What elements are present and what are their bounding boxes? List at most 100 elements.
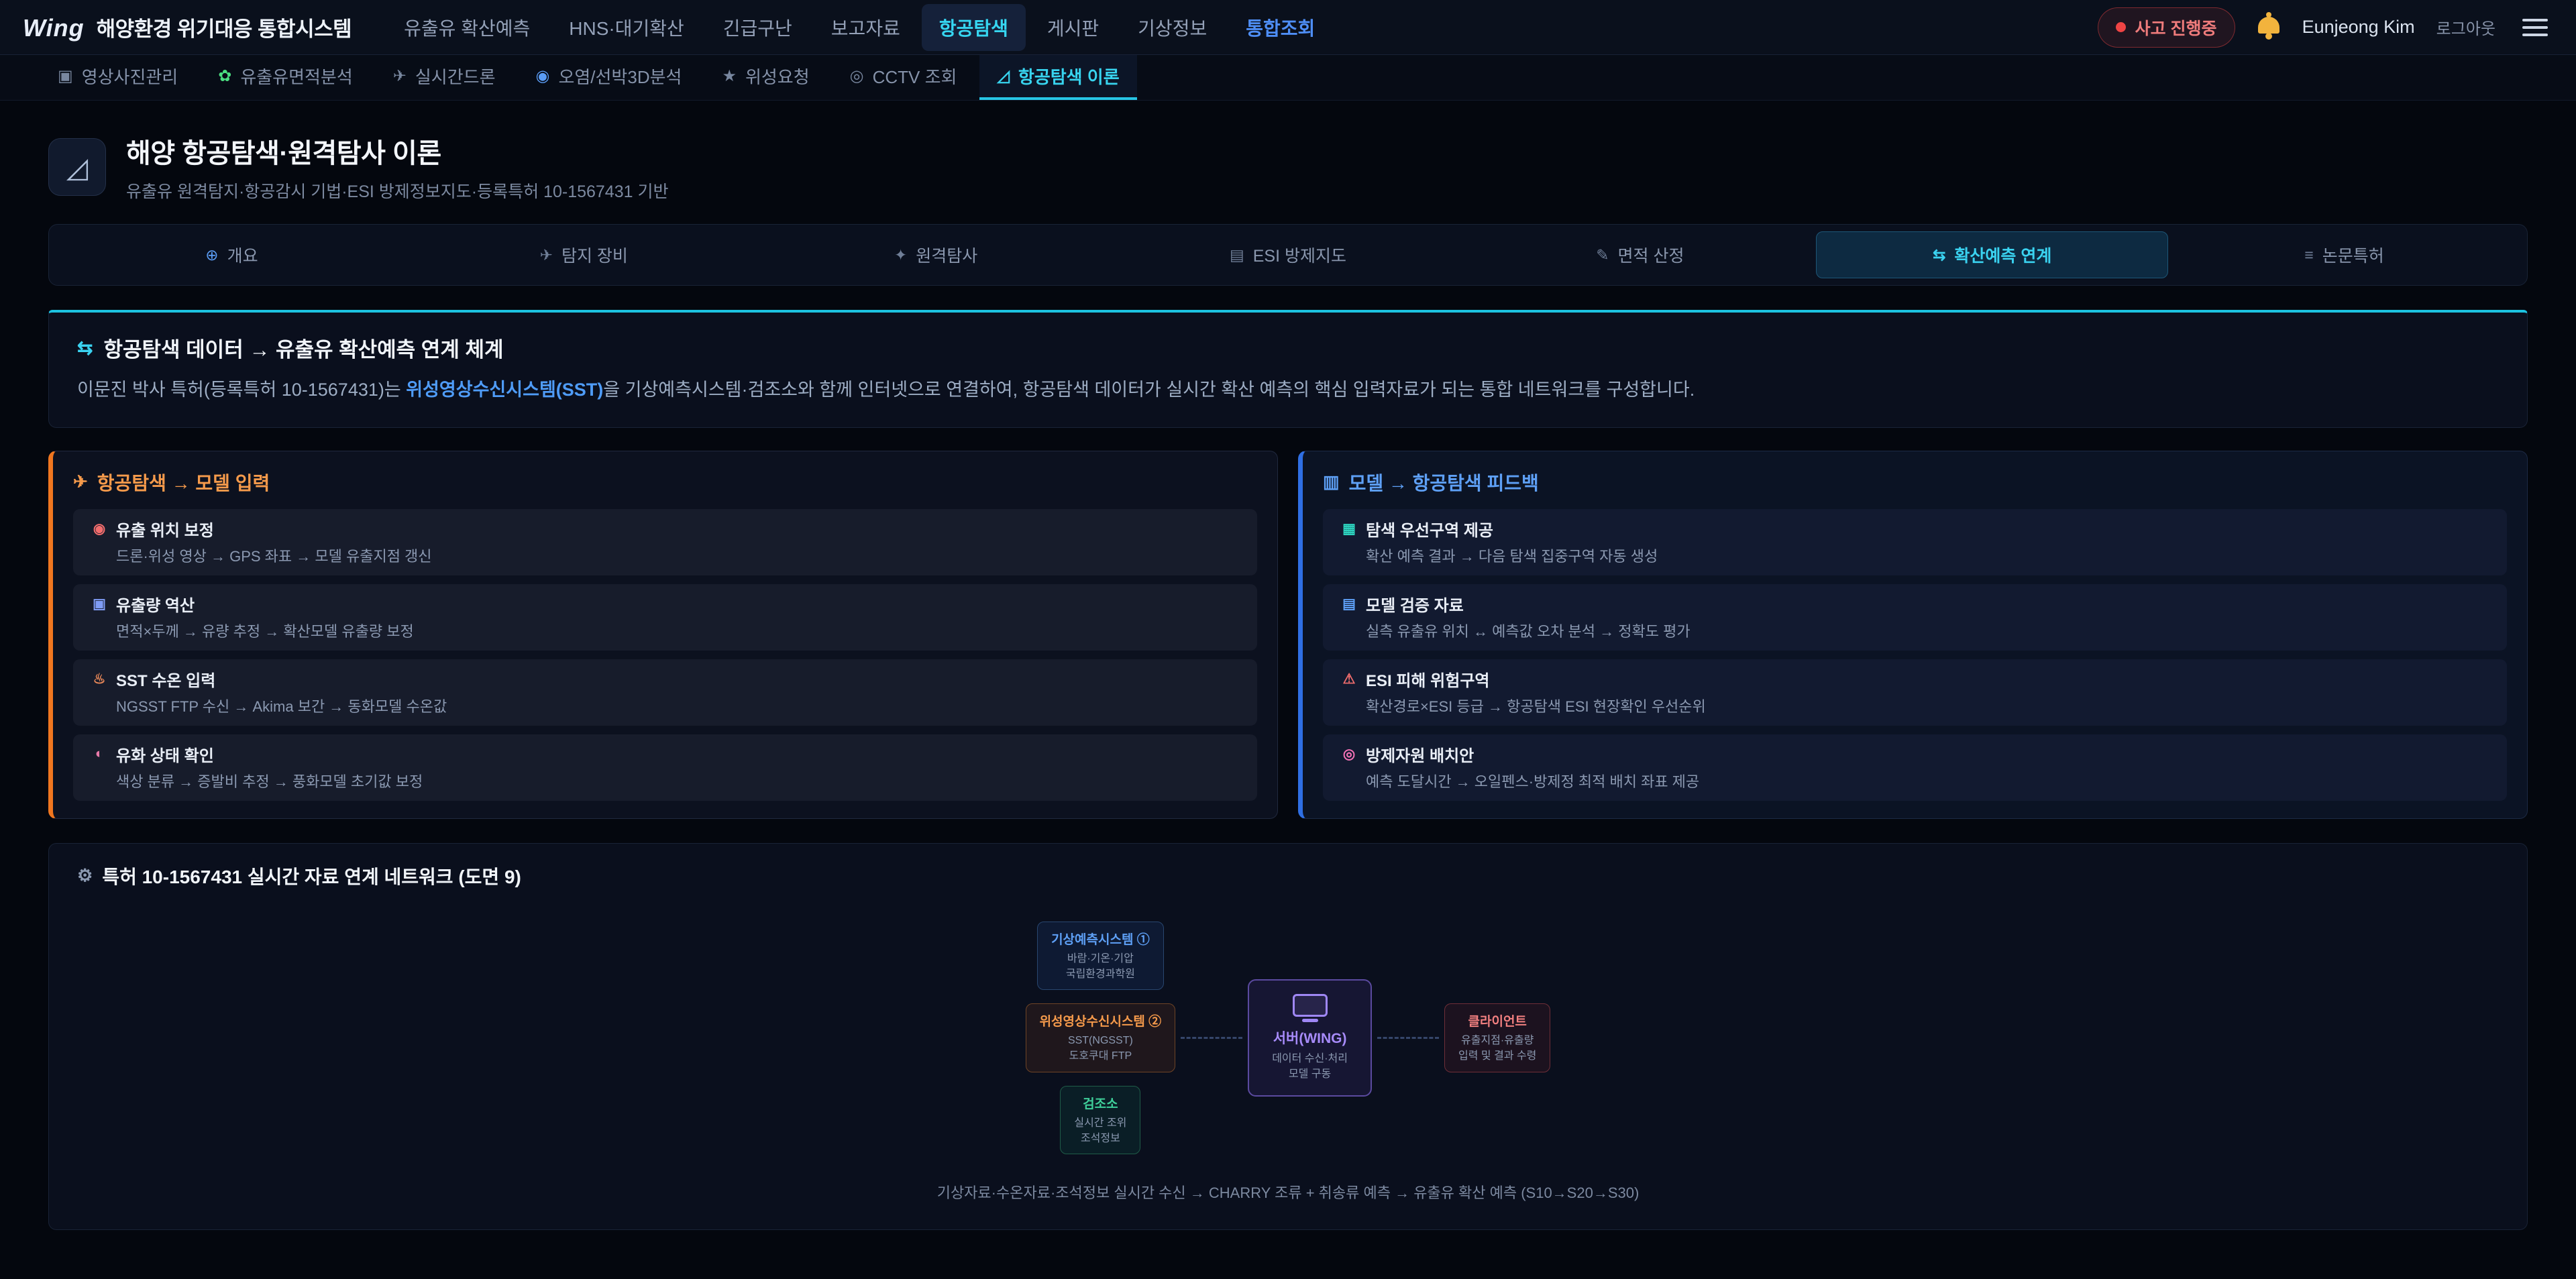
network-flow-caption: 기상자료·수온자료·조석정보 실시간 수신 → CHARRY 조류 + 취송류 … <box>77 1181 2499 1203</box>
grid-map-icon: ▦ <box>1340 520 1358 537</box>
camera-icon: ▣ <box>58 66 73 86</box>
warning-icon: ⚠ <box>1340 671 1358 687</box>
pill-overview[interactable]: ⊕ 개요 <box>56 231 408 278</box>
bell-icon <box>2258 17 2279 34</box>
sub-tab-bar: ▣ 영상사진관리 ✿ 유출유면적분석 ✈ 실시간드론 ◉ 오염/선박3D분석 ★… <box>0 55 2576 101</box>
item-desc: 확산경로×ESI 등급 → 항공탐색 ESI 현장확인 우선순위 <box>1340 695 2489 716</box>
node-line: 유출지점·유출량 <box>1458 1033 1536 1048</box>
page-header-text: 해양 항공탐색·원격탐사 이론 유출유 원격탐지·항공감시 기법·ESI 방제정… <box>126 131 668 203</box>
item-desc: 면적×두께 → 유량 추정 → 확산모델 유출량 보정 <box>91 620 1240 641</box>
list-item: ◉ 유출 위치 보정 드론·위성 영상 → GPS 좌표 → 모델 유출지점 갱… <box>73 509 1257 575</box>
pill-remote-sensing[interactable]: ✦ 원격탐사 <box>760 231 1112 278</box>
wing-logo: Wing <box>23 14 85 42</box>
node-line: 도호쿠대 FTP <box>1040 1048 1162 1064</box>
item-title: 방제자원 배치안 <box>1366 742 1474 766</box>
overview-text-prefix: 이문진 박사 특허(등록특허 10-1567431)는 <box>77 380 406 400</box>
sst-system-link[interactable]: 위성영상수신시스템(SST) <box>406 380 603 400</box>
list-item: ▤ 모델 검증 자료 실측 유출유 위치 ↔ 예측값 오차 분석 → 정확도 평… <box>1323 584 2507 651</box>
subtab-label: 위성요청 <box>745 64 810 89</box>
subtab-satellite-request[interactable]: ★ 위성요청 <box>704 55 826 100</box>
node-line: 실시간 조위 <box>1074 1115 1126 1131</box>
main-nav: 유출유 확산예측 HNS·대기확산 긴급구난 보고자료 항공탐색 게시판 기상정… <box>386 4 2097 51</box>
item-title: 유화 상태 확인 <box>116 742 214 766</box>
pill-diffusion-link[interactable]: ⇆ 확산예측 연계 <box>1816 231 2168 278</box>
page-subtitle: 유출유 원격탐지·항공감시 기법·ESI 방제정보지도·등록특허 10-1567… <box>126 178 668 203</box>
nav-report-data[interactable]: 보고자료 <box>814 4 918 51</box>
sensor-icon: ✦ <box>894 246 907 264</box>
linkage-overview-title: 항공탐색 데이터 → 유출유 확산예측 연계 체계 <box>103 333 503 363</box>
subtab-label: 유출유면적분석 <box>240 64 352 89</box>
list-item: ▣ 유출량 역산 면적×두께 → 유량 추정 → 확산모델 유출량 보정 <box>73 584 1257 651</box>
item-desc: 드론·위성 영상 → GPS 좌표 → 모델 유출지점 갱신 <box>91 545 1240 566</box>
deploy-target-icon: ◎ <box>1340 746 1358 763</box>
item-title-row: ◐ 유화 상태 확인 <box>91 742 1240 766</box>
pill-papers-patents[interactable]: ≡ 논문특허 <box>2168 231 2520 278</box>
plane-icon: ✈ <box>540 246 553 264</box>
subtab-oil-area-analysis[interactable]: ✿ 유출유면적분석 <box>201 55 370 100</box>
pill-label: 확산예측 연계 <box>1954 243 2051 267</box>
sphere-icon: ◉ <box>536 66 550 86</box>
model-to-aerial-title: 모델 → 항공탐색 피드백 <box>1349 469 1539 496</box>
aerial-to-model-list: ◉ 유출 위치 보정 드론·위성 영상 → GPS 좌표 → 모델 유출지점 갱… <box>73 509 1257 801</box>
nav-integrated-search[interactable]: 통합조회 <box>1228 4 1332 51</box>
model-to-aerial-card: ▥ 모델 → 항공탐색 피드백 ▦ 탐색 우선구역 제공 확산 예측 결과 → … <box>1298 451 2528 819</box>
satellite-icon: ★ <box>722 66 737 86</box>
topnav-right: 사고 진행중 Eunjeong Kim 로그아웃 <box>2098 7 2553 48</box>
item-title-row: ⚠ ESI 피해 위험구역 <box>1340 667 2489 691</box>
page-header-chart-icon: ◿ <box>48 138 106 196</box>
notification-bell-button[interactable] <box>2257 13 2281 42</box>
subtab-image-photo[interactable]: ▣ 영상사진관리 <box>40 55 195 100</box>
item-title: 모델 검증 자료 <box>1366 592 1464 616</box>
pill-label: 개요 <box>227 243 258 267</box>
item-title: 유출 위치 보정 <box>116 517 214 541</box>
subtab-realtime-drone[interactable]: ✈ 실시간드론 <box>376 55 513 100</box>
node-line: 국립환경과학원 <box>1051 966 1150 982</box>
user-name[interactable]: Eunjeong Kim <box>2302 17 2415 38</box>
subtab-label: 항공탐색 이론 <box>1018 64 1120 89</box>
node-title: 클라이언트 <box>1458 1011 1536 1030</box>
node-line: 바람·기온·기압 <box>1051 951 1150 966</box>
brand[interactable]: Wing 해양환경 위기대응 통합시스템 <box>23 12 352 42</box>
palette-icon: ◐ <box>91 746 108 762</box>
aerial-to-model-title: 항공탐색 → 모델 입력 <box>97 469 270 496</box>
subtab-aerial-theory[interactable]: ◿ 항공탐색 이론 <box>979 55 1136 100</box>
linkage-overview-card: ⇆ 항공탐색 데이터 → 유출유 확산예측 연계 체계 이문진 박사 특허(등록… <box>48 310 2528 428</box>
cctv-icon: ◎ <box>850 66 864 86</box>
subtab-pollution-ship-3d[interactable]: ◉ 오염/선박3D분석 <box>519 55 700 100</box>
item-title-row: ♨ SST 수온 입력 <box>91 667 1240 691</box>
page-header: ◿ 해양 항공탐색·원격탐사 이론 유출유 원격탐지·항공감시 기법·ESI 방… <box>48 131 2528 203</box>
patent-network-card: ⚙ 특허 10-1567431 실시간 자료 연계 네트워크 (도면 9) 기상… <box>48 843 2528 1230</box>
model-to-aerial-list: ▦ 탐색 우선구역 제공 확산 예측 결과 → 다음 탐색 집중구역 자동 생성… <box>1323 509 2507 801</box>
hamburger-menu-icon[interactable] <box>2517 12 2553 43</box>
pill-label: 논문특허 <box>2322 243 2384 267</box>
pill-esi-map[interactable]: ▤ ESI 방제지도 <box>1112 231 1464 278</box>
nav-spill-prediction[interactable]: 유출유 확산예측 <box>386 4 547 51</box>
app-title: 해양환경 위기대응 통합시스템 <box>97 12 352 42</box>
map-icon: ▤ <box>1230 246 1244 264</box>
item-desc: 색상 분류 → 증발비 추정 → 풍화모델 초기값 보정 <box>91 770 1240 791</box>
node-line: 모델 구동 <box>1272 1066 1348 1082</box>
nav-aerial-search[interactable]: 항공탐색 <box>922 4 1026 51</box>
logout-button[interactable]: 로그아웃 <box>2436 15 2496 39</box>
list-item: ◎ 방제자원 배치안 예측 도달시간 → 오일펜스·방제정 최적 배치 좌표 제… <box>1323 734 2507 801</box>
node-satellite-sst-system: 위성영상수신시스템 ② SST(NGSST) 도호쿠대 FTP <box>1026 1003 1176 1072</box>
page-title: 해양 항공탐색·원격탐사 이론 <box>126 131 668 170</box>
pill-area-calculation[interactable]: ✎ 면적 산정 <box>1464 231 1816 278</box>
subtab-cctv[interactable]: ◎ CCTV 조회 <box>833 55 975 100</box>
connector-dashed-line <box>1377 1037 1439 1039</box>
node-title: 서버(WING) <box>1272 1027 1348 1048</box>
node-line: 입력 및 결과 수령 <box>1458 1048 1536 1064</box>
node-client: 클라이언트 유출지점·유출량 입력 및 결과 수령 <box>1444 1003 1550 1072</box>
nav-board[interactable]: 게시판 <box>1030 4 1116 51</box>
model-to-aerial-title-row: ▥ 모델 → 항공탐색 피드백 <box>1323 469 2507 496</box>
linkage-overview-paragraph: 이문진 박사 특허(등록특허 10-1567431)는 위성영상수신시스템(SS… <box>77 376 2499 404</box>
item-title-row: ◎ 방제자원 배치안 <box>1340 742 2489 766</box>
pill-detection-equipment[interactable]: ✈ 탐지 장비 <box>408 231 760 278</box>
pill-label: 원격탐사 <box>916 243 977 267</box>
nav-hns-air-diffusion[interactable]: HNS·대기확산 <box>551 4 701 51</box>
nav-emergency-rescue[interactable]: 긴급구난 <box>706 4 810 51</box>
nav-weather-info[interactable]: 기상정보 <box>1120 4 1224 51</box>
item-title: 탐색 우선구역 제공 <box>1366 517 1493 541</box>
item-desc: 예측 도달시간 → 오일펜스·방제정 최적 배치 좌표 제공 <box>1340 770 2489 791</box>
incident-status-badge[interactable]: 사고 진행중 <box>2098 7 2235 48</box>
